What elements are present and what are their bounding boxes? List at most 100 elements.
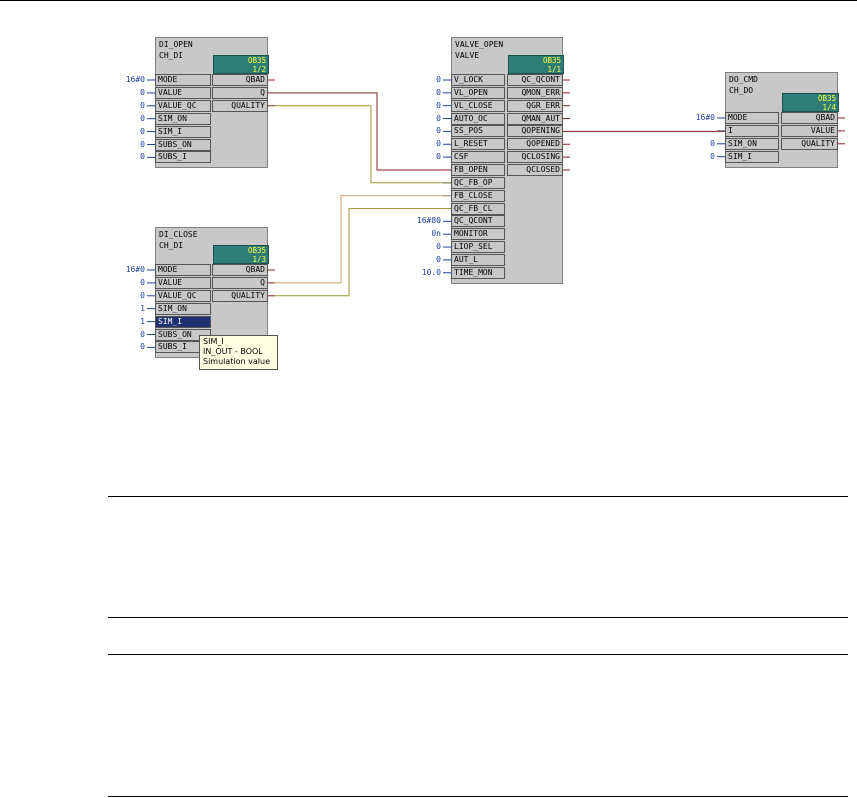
input-value[interactable]: 1 xyxy=(105,304,145,314)
task-name: OB35 xyxy=(247,246,266,255)
input-pin-value-qc[interactable]: VALUE_QC xyxy=(155,289,211,302)
input-value[interactable]: 0 xyxy=(105,101,145,111)
input-value[interactable]: 0n xyxy=(401,229,441,239)
input-value[interactable]: 0 xyxy=(401,101,441,111)
input-pin-ss-pos[interactable]: SS_POS xyxy=(451,125,505,138)
input-value[interactable]: 1 xyxy=(105,317,145,327)
input-pin-subs-i[interactable]: SUBS_I xyxy=(155,151,211,164)
input-value[interactable]: 0 xyxy=(401,242,441,252)
output-pin-qbad[interactable]: QBAD xyxy=(781,112,838,124)
block-instance-name: DI_OPEN xyxy=(159,40,193,49)
input-pin-sim-i[interactable]: SIM_I xyxy=(155,315,211,328)
input-value[interactable]: 0 xyxy=(105,127,145,137)
output-pin-value[interactable]: VALUE xyxy=(781,124,838,137)
input-value[interactable]: 0 xyxy=(675,152,715,162)
input-value[interactable]: 0 xyxy=(401,114,441,124)
input-pin-time-mon[interactable]: TIME_MON xyxy=(451,266,505,279)
output-pin-qclosing[interactable]: QCLOSING xyxy=(507,151,563,164)
run-sequence: 1/2 xyxy=(252,65,266,74)
input-value[interactable]: 16#0 xyxy=(105,265,145,275)
tooltip-line: SIM_I xyxy=(203,337,224,346)
input-pin-vl-open[interactable]: VL_OPEN xyxy=(451,86,505,99)
input-value[interactable]: 16#0 xyxy=(675,113,715,123)
input-pin-csf[interactable]: CSF xyxy=(451,151,505,164)
input-pin-aut-l[interactable]: AUT_L xyxy=(451,253,505,266)
runtime-assignment-badge: OB35 1/1 xyxy=(508,55,564,74)
output-pin-qc-qcont[interactable]: QC_QCONT xyxy=(507,74,563,86)
output-pin-qman-aut[interactable]: QMAN_AUT xyxy=(507,112,563,125)
output-pin-qopening[interactable]: QOPENING xyxy=(507,125,563,138)
tooltip-line: Simulation value xyxy=(203,357,271,366)
input-pin-value[interactable]: VALUE xyxy=(155,276,211,289)
output-pin-q[interactable]: Q xyxy=(212,86,268,99)
block-type-name: CH_DI xyxy=(159,51,184,60)
input-pin-fb-open[interactable]: FB_OPEN xyxy=(451,163,505,176)
input-value[interactable]: 0 xyxy=(401,126,441,136)
input-pin-i[interactable]: I xyxy=(725,124,779,137)
input-value[interactable]: 0 xyxy=(401,88,441,98)
input-pin-sim-on[interactable]: SIM_ON xyxy=(155,112,211,125)
runtime-assignment-badge: OB35 1/2 xyxy=(213,55,269,74)
output-pin-qclosed[interactable]: QCLOSED xyxy=(507,163,563,176)
input-value[interactable]: 0 xyxy=(401,139,441,149)
input-value[interactable]: 16#80 xyxy=(401,216,441,226)
output-pin-quality[interactable]: QUALITY xyxy=(212,99,268,112)
input-value[interactable]: 0 xyxy=(105,330,145,340)
task-name: OB35 xyxy=(247,56,266,65)
output-pin-qbad[interactable]: QBAD xyxy=(212,74,268,86)
input-pin-monitor[interactable]: MONITOR xyxy=(451,228,505,241)
input-pin-mode[interactable]: MODE xyxy=(725,112,779,124)
input-value[interactable]: 0 xyxy=(105,88,145,98)
input-value[interactable]: 0 xyxy=(105,114,145,124)
input-value[interactable]: 0 xyxy=(401,255,441,265)
input-pin-mode[interactable]: MODE xyxy=(155,264,211,276)
input-pin-value[interactable]: VALUE xyxy=(155,86,211,99)
block-instance-name: VALVE_OPEN xyxy=(455,40,504,49)
output-pin-qbad[interactable]: QBAD xyxy=(212,264,268,276)
input-value[interactable]: 0 xyxy=(105,278,145,288)
output-pin-quality[interactable]: QUALITY xyxy=(212,289,268,302)
tooltip-line: IN_OUT - BOOL xyxy=(203,347,263,356)
output-pin-qmon-err[interactable]: QMON_ERR xyxy=(507,86,563,99)
task-name: OB35 xyxy=(542,56,561,65)
runtime-assignment-badge: OB35 1/4 xyxy=(782,93,839,112)
input-pin-sim-on[interactable]: SIM_ON xyxy=(155,302,211,315)
input-value[interactable]: 10.0 xyxy=(401,268,441,278)
input-pin-l-reset[interactable]: L_RESET xyxy=(451,138,505,151)
input-pin-liop-sel[interactable]: LIOP_SEL xyxy=(451,241,505,254)
block-type-name: CH_DI xyxy=(159,241,184,250)
cfc-chart-canvas[interactable]: DI_OPEN CH_DI OB35 1/2 MODE 16#0 VALUE 0 VALUE_Q… xyxy=(0,0,857,798)
input-pin-sim-i[interactable]: SIM_I xyxy=(725,150,779,163)
output-pin-q[interactable]: Q xyxy=(212,276,268,289)
run-sequence: 1/4 xyxy=(822,103,836,112)
input-pin-fb-close[interactable]: FB_CLOSE xyxy=(451,189,505,202)
input-pin-sim-on[interactable]: SIM_ON xyxy=(725,137,779,150)
input-pin-value-qc[interactable]: VALUE_QC xyxy=(155,99,211,112)
runtime-assignment-badge: OB35 1/3 xyxy=(213,245,269,264)
output-pin-qopened[interactable]: QOPENED xyxy=(507,138,563,151)
input-value[interactable]: 0 xyxy=(105,152,145,162)
input-pin-qc-fb-op[interactable]: QC_FB_OP xyxy=(451,176,505,189)
input-pin-mode[interactable]: MODE xyxy=(155,74,211,86)
output-pin-quality[interactable]: QUALITY xyxy=(781,137,838,150)
input-pin-sim-i[interactable]: SIM_I xyxy=(155,125,211,138)
input-value[interactable]: 0 xyxy=(675,139,715,149)
input-value[interactable]: 0 xyxy=(401,75,441,85)
input-pin-qc-fb-cl[interactable]: QC_FB_CL xyxy=(451,202,505,215)
input-pin-qc-qcont[interactable]: QC_QCONT xyxy=(451,215,505,228)
block-instance-name: DO_CMD xyxy=(729,75,758,84)
input-pin-v-lock[interactable]: V_LOCK xyxy=(451,74,505,86)
output-pin-qgr-err[interactable]: QGR_ERR xyxy=(507,99,563,112)
block-instance-name: DI_CLOSE xyxy=(159,230,198,239)
input-pin-auto-oc[interactable]: AUTO_OC xyxy=(451,112,505,125)
input-value[interactable]: 0 xyxy=(105,291,145,301)
input-pin-subs-on[interactable]: SUBS_ON xyxy=(155,138,211,151)
block-type-name: VALVE xyxy=(455,51,480,60)
run-sequence: 1/1 xyxy=(547,65,561,74)
input-pin-vl-close[interactable]: VL_CLOSE xyxy=(451,99,505,112)
input-value[interactable]: 0 xyxy=(105,140,145,150)
input-value[interactable]: 16#0 xyxy=(105,75,145,85)
input-value[interactable]: 0 xyxy=(401,152,441,162)
task-name: OB35 xyxy=(817,94,836,103)
input-value[interactable]: 0 xyxy=(105,342,145,352)
